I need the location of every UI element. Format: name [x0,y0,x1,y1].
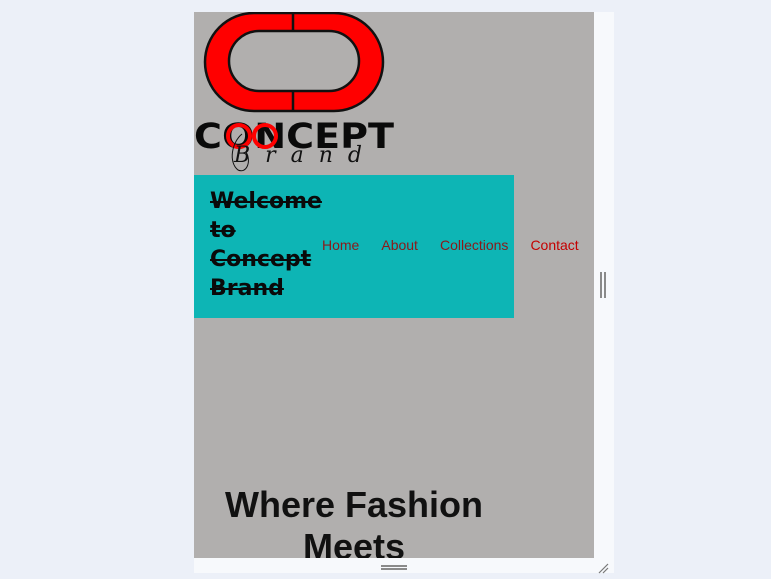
page-viewport[interactable]: CONCEPT Brand Welcome to Concept Brand H… [194,12,594,558]
nav-link-collections[interactable]: Collections [440,237,508,253]
responsive-preview-frame: CONCEPT Brand Welcome to Concept Brand H… [194,12,614,574]
nav-link-contact[interactable]: Contact [530,237,578,253]
header-bar: Welcome to Concept Brand Home About Coll… [194,175,579,318]
nav-link-home[interactable]: Home [322,237,359,253]
brand-logo[interactable]: CONCEPT Brand [194,12,394,172]
welcome-heading: Welcome to Concept Brand [210,189,322,301]
horizontal-resize-handle-icon[interactable] [381,565,407,570]
hero-tagline: Where Fashion Meets [224,484,484,558]
nav-link-about[interactable]: About [381,237,418,253]
vertical-resize-handle-icon[interactable] [600,272,606,298]
main-nav: Home About Collections Contact [322,237,579,253]
corner-resize-grip-icon[interactable] [597,561,609,574]
logo-graphic: CONCEPT Brand [194,12,394,172]
